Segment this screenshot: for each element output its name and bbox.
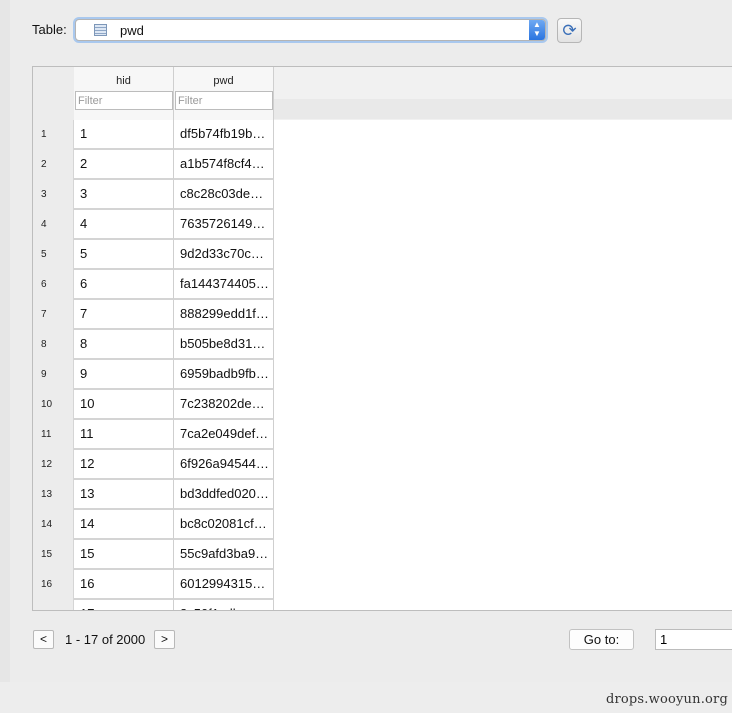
table-row[interactable]: 10 10 7c238202de…: [33, 390, 732, 420]
cell-hid[interactable]: 17: [74, 600, 174, 610]
cell-hid[interactable]: 3: [74, 180, 174, 210]
table-row[interactable]: 9 9 6959badb9fb…: [33, 360, 732, 390]
goto-page-input[interactable]: [655, 629, 732, 650]
cell-hid[interactable]: 10: [74, 390, 174, 420]
table-row[interactable]: 14 14 bc8c02081cf…: [33, 510, 732, 540]
row-number: 2: [33, 150, 74, 180]
cell-pwd[interactable]: 9d2d33c70c…: [174, 240, 274, 270]
cell-pwd[interactable]: fa144374405…: [174, 270, 274, 300]
table-row[interactable]: 7 7 888299edd1f…: [33, 300, 732, 330]
row-number: 4: [33, 210, 74, 240]
cell-hid[interactable]: 16: [74, 570, 174, 600]
cell-pwd[interactable]: 888299edd1f…: [174, 300, 274, 330]
table-select-value: pwd: [120, 23, 144, 38]
cell-pwd[interactable]: 7c238202de…: [174, 390, 274, 420]
row-number: 11: [33, 420, 74, 450]
table-label: Table:: [32, 22, 67, 37]
cell-hid[interactable]: 6: [74, 270, 174, 300]
column-header-hid[interactable]: hid: [74, 67, 174, 120]
cell-hid[interactable]: 2: [74, 150, 174, 180]
filter-input-hid[interactable]: [75, 91, 173, 110]
table-row[interactable]: 16 16 6012994315…: [33, 570, 732, 600]
table-row[interactable]: 1 1 df5b74fb19b…: [33, 120, 732, 150]
column-header-pwd[interactable]: pwd: [174, 67, 274, 120]
goto-button[interactable]: Go to:: [569, 629, 634, 650]
data-grid: hid pwd 11df5b74fb19b…22a1b574f8cf4…33c8…: [32, 66, 732, 611]
table-row[interactable]: 13 13 bd3ddfed020…: [33, 480, 732, 510]
cell-hid[interactable]: 9: [74, 360, 174, 390]
cell-pwd[interactable]: 6959badb9fb…: [174, 360, 274, 390]
watermark: drops.wooyun.org: [605, 692, 728, 707]
cell-pwd[interactable]: df5b74fb19b…: [174, 120, 274, 150]
cell-hid[interactable]: 8: [74, 330, 174, 360]
table-select[interactable]: pwd ▲ ▼: [75, 19, 546, 41]
row-number: 13: [33, 480, 74, 510]
row-number: 5: [33, 240, 74, 270]
filter-input-pwd[interactable]: [175, 91, 273, 110]
cell-hid[interactable]: 15: [74, 540, 174, 570]
grid-header: hid pwd: [33, 67, 732, 120]
table-row[interactable]: 3 3 c8c28c03de…: [33, 180, 732, 210]
cell-pwd[interactable]: 7ca2e049def…: [174, 420, 274, 450]
table-icon: [94, 24, 107, 36]
cell-pwd[interactable]: bc8c02081cf…: [174, 510, 274, 540]
row-number: 1: [33, 120, 74, 150]
cell-pwd[interactable]: 7635726149…: [174, 210, 274, 240]
row-number: 8: [33, 330, 74, 360]
table-row[interactable]: 8 8 b505be8d31…: [33, 330, 732, 360]
next-page-button[interactable]: >: [154, 630, 175, 649]
row-number: 14: [33, 510, 74, 540]
row-number-header: [33, 67, 75, 120]
chevron-updown-icon[interactable]: ▲ ▼: [529, 20, 545, 40]
cell-hid[interactable]: 11: [74, 420, 174, 450]
table-row[interactable]: 12 12 6f926a94544…: [33, 450, 732, 480]
row-number: 12: [33, 450, 74, 480]
cell-hid[interactable]: 5: [74, 240, 174, 270]
cell-hid[interactable]: 4: [74, 210, 174, 240]
row-number: 15: [33, 540, 74, 570]
column-title: hid: [116, 75, 131, 87]
table-row[interactable]: 2 2 a1b574f8cf4…: [33, 150, 732, 180]
row-number: 17: [33, 600, 74, 610]
cell-pwd[interactable]: 55c9afd3ba9…: [174, 540, 274, 570]
cell-hid[interactable]: 12: [74, 450, 174, 480]
table-row[interactable]: 15 15 55c9afd3ba9…: [33, 540, 732, 570]
table-row[interactable]: 6 6 fa144374405…: [33, 270, 732, 300]
row-number: 7: [33, 300, 74, 330]
cell-hid[interactable]: 13: [74, 480, 174, 510]
table-row[interactable]: 17178c50f1cdb…: [33, 600, 732, 610]
cell-pwd[interactable]: 6f926a94544…: [174, 450, 274, 480]
cell-hid[interactable]: 7: [74, 300, 174, 330]
cell-pwd[interactable]: bd3ddfed020…: [174, 480, 274, 510]
cell-pwd[interactable]: a1b574f8cf4…: [174, 150, 274, 180]
grid-rows: 1 1 df5b74fb19b… 2 2 a1b574f8cf4… 3 3 c8c28c03de…: [33, 120, 732, 610]
refresh-icon: ⟳: [562, 21, 577, 40]
prev-page-button[interactable]: <: [33, 630, 54, 649]
cell-hid[interactable]: 1: [74, 120, 174, 150]
row-number: 9: [33, 360, 74, 390]
column-title: pwd: [213, 75, 234, 87]
row-number: 16: [33, 570, 74, 600]
cell-pwd[interactable]: 8c50f1cdb…: [174, 600, 274, 610]
cell-pwd[interactable]: 6012994315…: [174, 570, 274, 600]
cell-pwd[interactable]: b505be8d31…: [174, 330, 274, 360]
row-number: 3: [33, 180, 74, 210]
refresh-button[interactable]: ⟳: [557, 18, 582, 43]
table-row[interactable]: 4 4 7635726149…: [33, 210, 732, 240]
table-row[interactable]: 5 5 9d2d33c70c…: [33, 240, 732, 270]
table-row[interactable]: 11 11 7ca2e049def…: [33, 420, 732, 450]
cell-pwd[interactable]: c8c28c03de…: [174, 180, 274, 210]
row-number: 6: [33, 270, 74, 300]
row-number: 10: [33, 390, 74, 420]
cell-hid[interactable]: 14: [74, 510, 174, 540]
header-band: [274, 99, 732, 119]
page-info: 1 - 17 of 2000: [65, 632, 146, 647]
